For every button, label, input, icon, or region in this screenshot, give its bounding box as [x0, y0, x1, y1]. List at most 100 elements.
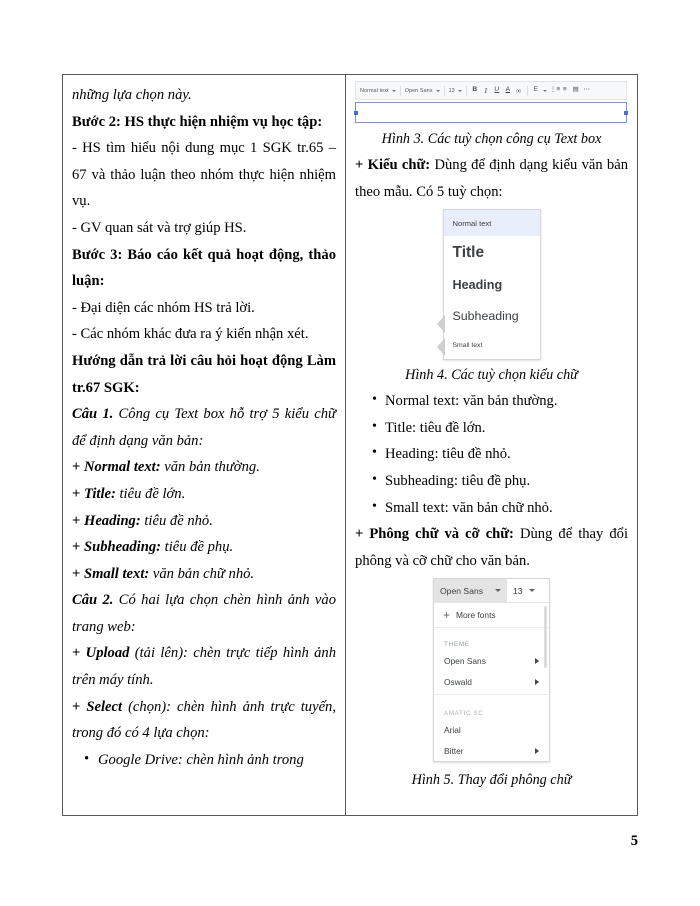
paragraph-huong-dan-heading: Hướng dẫn trả lời câu hỏi hoạt động Làm … — [72, 348, 336, 401]
text-run: tiêu đề lớn. — [115, 485, 186, 502]
font-size-value: 13 — [513, 585, 523, 596]
menu-item-label: Small text — [452, 341, 483, 349]
menu-item-normal-text[interactable]: Normal text — [443, 210, 540, 237]
font-family-button[interactable]: Open Sans — [434, 579, 507, 603]
text-run: + — [72, 485, 84, 502]
underline-icon[interactable]: U — [493, 87, 501, 94]
font-group-amatic-label: AMATIC SC — [444, 710, 484, 718]
text-run: văn bản thường. — [160, 459, 260, 476]
resize-handle-left[interactable] — [354, 110, 359, 115]
toolbar-divider — [526, 85, 528, 96]
paragraph-kieu-chu: + Kiểu chữ: Dùng để định dạng kiểu văn b… — [355, 152, 628, 205]
resize-handle-right[interactable] — [624, 110, 629, 115]
paragraph-small-text: + Small text: văn bản chữ nhỏ. — [72, 561, 336, 588]
menu-item-title[interactable]: Title — [444, 236, 540, 270]
toolbar-divider — [399, 85, 401, 96]
text-run: tiêu đề nhỏ. — [140, 512, 213, 529]
text-run: Kiểu chữ: — [367, 157, 431, 173]
menu-item-label: Subheading — [452, 308, 519, 323]
paragraph-buoc-2-heading: Bước 2: HS thực hiện nhiệm vụ học tập: — [72, 109, 336, 136]
text-box-canvas[interactable] — [354, 102, 629, 123]
font-family-dropdown[interactable]: Open Sans — [405, 88, 433, 94]
text-run: Title: — [83, 485, 116, 502]
chevron-down-icon[interactable] — [495, 589, 501, 593]
chevron-right-icon[interactable] — [535, 678, 539, 685]
italic-icon[interactable]: I — [482, 87, 490, 95]
style-description-list: Normal text: văn bản thường. Title: tiêu… — [355, 387, 628, 521]
paragraph-heading: + Heading: tiêu đề nhỏ. — [72, 508, 336, 535]
list-item: Heading: tiêu đề nhỏ. — [372, 440, 628, 468]
paragraph-buoc-3-heading: Bước 3: Báo cáo kết quả hoạt động, thảo … — [72, 242, 336, 295]
figure-3-caption: Hình 3. Các tuỳ chọn công cụ Text box — [381, 131, 602, 147]
text-run: - GV quan sát và trợ giúp HS. — [72, 219, 247, 236]
menu-item-label: Title — [452, 244, 485, 262]
toolbar-divider — [443, 85, 445, 96]
text-run: Câu 2. — [72, 592, 114, 609]
text-run: Google Drive: chèn hình ảnh trong — [98, 751, 304, 768]
font-size-dropdown[interactable]: 13 — [449, 88, 455, 94]
font-size-button[interactable]: 13 — [507, 586, 541, 596]
document-page: những lựa chọn này. Bước 2: HS thực hiện… — [0, 0, 700, 906]
menu-item-label: Open Sans — [444, 655, 486, 666]
text-run: văn bản chữ nhỏ. — [149, 565, 255, 582]
menu-divider — [434, 694, 549, 696]
text-color-icon[interactable]: A — [504, 87, 512, 94]
style-menu[interactable]: Normal text Title Heading Subheading Sma… — [436, 209, 541, 361]
bulleted-list-icon[interactable]: ≡ — [561, 87, 569, 94]
paragraph-title: + Title: tiêu đề lớn. — [72, 481, 336, 508]
menu-item-font-bitter[interactable]: Bitter — [434, 740, 549, 761]
lesson-plan-table: những lựa chọn này. Bước 2: HS thực hiện… — [62, 74, 638, 816]
chevron-down-icon[interactable] — [391, 89, 396, 92]
menu-item-label: Bitter — [444, 745, 464, 756]
text-run: + — [72, 512, 84, 529]
list-item-google-drive: Google Drive: chèn hình ảnh trong — [72, 746, 336, 774]
indent-icon[interactable]: ▤ — [572, 87, 580, 94]
chevron-down-icon[interactable] — [528, 589, 535, 593]
text-run: - HS tìm hiểu nội dung mục 1 SGK tr.65 –… — [72, 140, 337, 210]
list-item: Subheading: tiêu đề phụ. — [372, 467, 628, 495]
paragraph-phong-chu: + Phông chữ và cỡ chữ: Dùng để thay đổi … — [355, 521, 628, 574]
paragraph-normal-text: + Normal text: văn bản thường. — [72, 454, 336, 481]
font-menu[interactable]: Open Sans 13 + More fonts THEME Open San… — [433, 578, 550, 763]
numbered-list-icon[interactable]: ⋮≡ — [550, 87, 560, 94]
table-cell-left: những lựa chọn này. Bước 2: HS thực hiện… — [63, 75, 347, 815]
text-run: Normal text: — [83, 459, 161, 476]
cursor-arrow-icon — [436, 338, 445, 357]
paragraph-style-dropdown[interactable]: Normal text — [360, 88, 389, 94]
scrollbar-thumb[interactable] — [544, 606, 547, 669]
paragraph-hs-tim-hieu: - HS tìm hiểu nội dung mục 1 SGK tr.65 –… — [72, 135, 336, 215]
menu-item-heading[interactable]: Heading — [444, 270, 540, 300]
table-cell-right: Normal text Open Sans 13 B I U A ∞ E ⋮≡ … — [346, 75, 637, 815]
font-family-value: Open Sans — [440, 585, 483, 596]
more-options-icon[interactable]: ⋯ — [583, 87, 591, 94]
text-run: + — [355, 526, 370, 543]
paragraph-cau-1: Câu 1. Công cụ Text box hỗ trợ 5 kiểu ch… — [72, 401, 336, 454]
chevron-down-icon[interactable] — [435, 89, 440, 92]
text-run: Select — [86, 698, 123, 715]
chevron-down-icon[interactable] — [457, 89, 462, 92]
chevron-down-icon[interactable] — [542, 89, 547, 92]
text-run: + — [72, 459, 84, 476]
menu-item-font-oswald[interactable]: Oswald — [434, 671, 549, 692]
menu-item-font-arial[interactable]: Arial — [434, 719, 549, 740]
menu-item-subheading[interactable]: Subheading — [444, 300, 540, 331]
menu-item-more-fonts[interactable]: + More fonts — [434, 603, 549, 629]
bold-icon[interactable]: B — [471, 87, 479, 94]
figure-4-caption: Hình 4. Các tuỳ chọn kiểu chữ — [405, 367, 578, 384]
font-menu-header: Open Sans 13 — [434, 579, 549, 604]
text-run: - Đại diện các nhóm HS trả lời. — [72, 299, 255, 316]
figure-5-caption: Hình 5. Thay đổi phông chữ — [411, 772, 572, 789]
chevron-right-icon[interactable] — [535, 657, 539, 664]
font-group-theme-label: THEME — [444, 641, 470, 649]
align-icon[interactable]: E — [532, 87, 540, 94]
text-run: + — [72, 645, 86, 662]
link-icon[interactable]: ∞ — [515, 87, 523, 95]
chevron-right-icon[interactable] — [535, 747, 539, 754]
menu-item-font-open-sans[interactable]: Open Sans — [434, 650, 549, 671]
paragraph-select: + Select (chọn): chèn hình ảnh trực tuyế… — [72, 694, 336, 747]
text-run: Upload — [85, 645, 130, 662]
toolbar-divider — [465, 85, 467, 96]
menu-item-small-text[interactable]: Small text — [444, 331, 540, 359]
plus-icon: + — [443, 608, 451, 623]
text-run: Phông chữ và cỡ chữ: — [369, 526, 514, 543]
